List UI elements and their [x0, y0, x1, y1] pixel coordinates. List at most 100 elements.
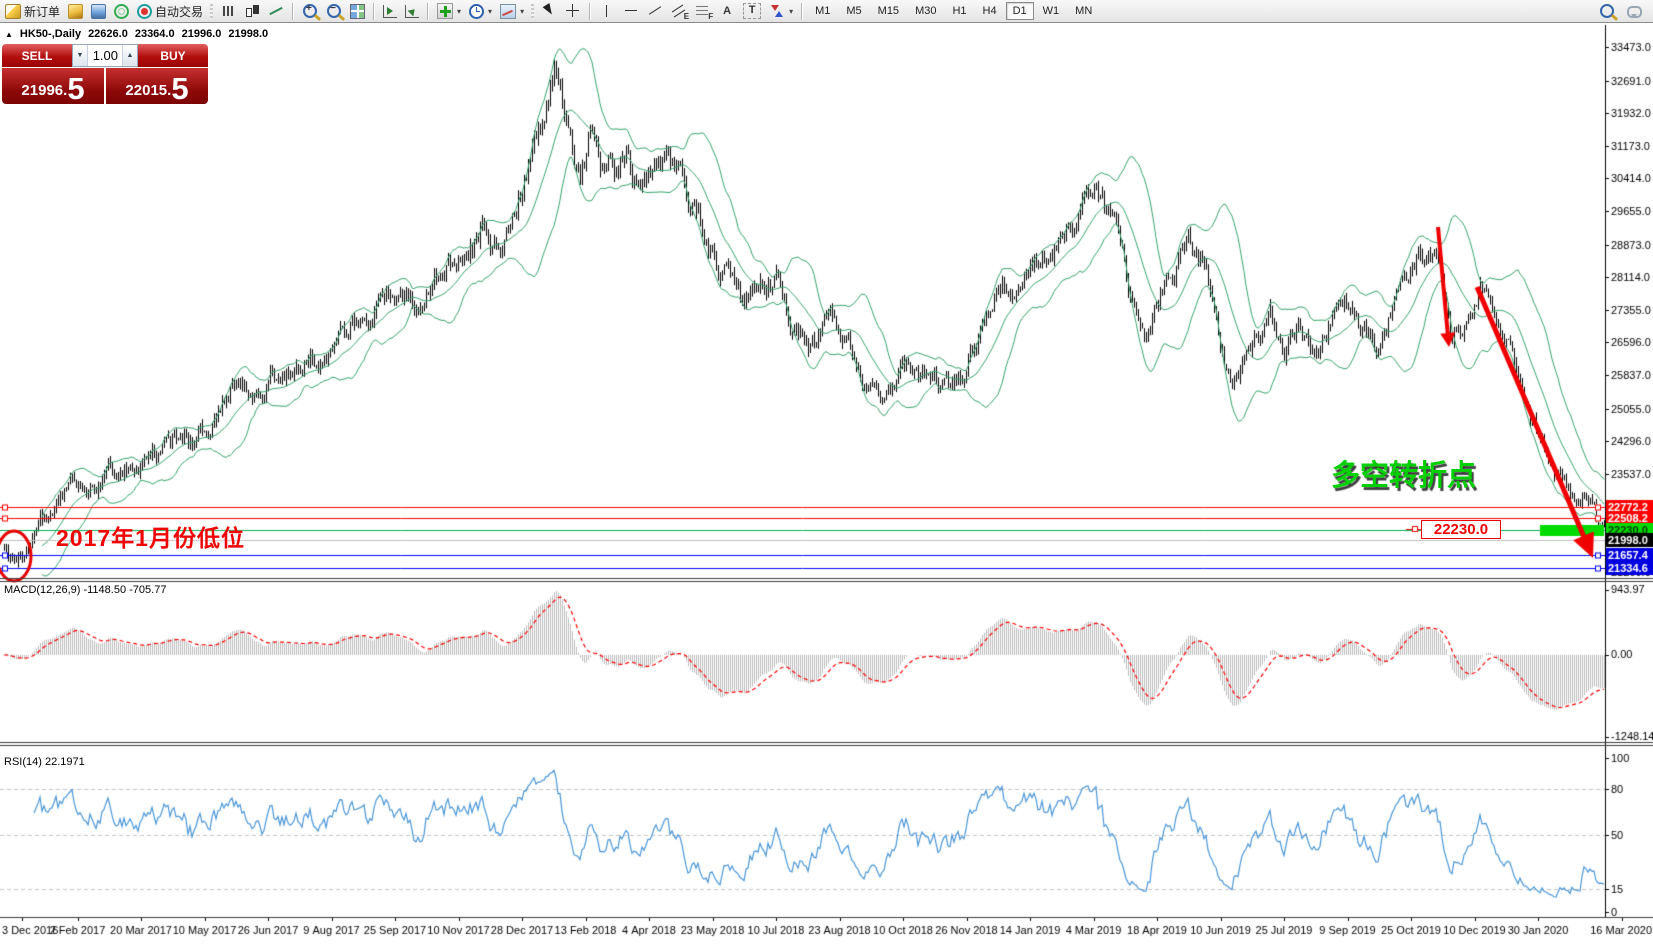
annotation-2017-low[interactable]: 2017年1月份低位 — [56, 519, 245, 553]
ohlc-low: 21996.0 — [182, 28, 222, 40]
new-order-label: 新订单 — [24, 3, 60, 20]
clock-icon — [469, 4, 484, 19]
text-button[interactable]: A — [716, 1, 738, 21]
equidistant-channel-icon: E — [671, 3, 687, 19]
timeframe-button-h4[interactable]: H4 — [976, 2, 1004, 20]
buy-price[interactable]: 22015.5 — [106, 68, 208, 104]
timeframe-button-d1[interactable]: D1 — [1006, 2, 1034, 20]
toolbar-grip — [210, 4, 213, 19]
toolbar-grip — [531, 4, 534, 19]
volume-stepper: ▼ 1.00 ▲ — [72, 44, 138, 67]
zoom-out-icon — [327, 4, 341, 18]
timeframe-button-m5[interactable]: M5 — [839, 2, 868, 20]
candlestick-chart-icon — [244, 3, 260, 19]
search-icon — [1600, 4, 1614, 18]
text-icon: A — [719, 5, 735, 17]
timeframe-button-m1[interactable]: M1 — [808, 2, 837, 20]
charts-icon — [68, 4, 83, 19]
chevron-down-icon: ▾ — [789, 7, 793, 16]
tile-windows-button[interactable] — [347, 1, 368, 21]
autotrading-label: 自动交易 — [155, 3, 203, 20]
zoom-in-button[interactable] — [299, 1, 321, 21]
charts-button[interactable] — [65, 1, 86, 21]
horizontal-line-button[interactable] — [620, 1, 642, 21]
symbol-period-label: HK50-,Daily — [20, 28, 81, 40]
search-button[interactable] — [1596, 1, 1618, 21]
line-chart-button[interactable] — [265, 1, 287, 21]
templates-button[interactable]: ▾ — [497, 1, 527, 21]
chat-button[interactable] — [1624, 1, 1645, 21]
timeframe-button-h1[interactable]: H1 — [945, 2, 973, 20]
timeframe-button-w1[interactable]: W1 — [1036, 2, 1067, 20]
ohlc-open: 22626.0 — [88, 28, 128, 40]
ohlc-high: 23364.0 — [135, 28, 175, 40]
toolbar-separator — [292, 3, 294, 20]
timeframe-button-mn[interactable]: MN — [1068, 2, 1099, 20]
chevron-down-icon: ▾ — [520, 7, 524, 16]
chart-shift-icon — [405, 5, 419, 18]
collapse-panel-icon[interactable]: ▲ — [5, 30, 13, 39]
trendline-icon — [647, 3, 663, 19]
sell-price-big: 5 — [67, 77, 84, 101]
arrows-button[interactable]: ▾ — [766, 1, 796, 21]
buy-price-big: 5 — [171, 77, 188, 101]
text-label-button[interactable]: T — [740, 1, 764, 21]
trendline-button[interactable] — [644, 1, 666, 21]
ohlc-close: 21998.0 — [228, 28, 268, 40]
vertical-line-button[interactable] — [596, 1, 618, 21]
volume-input[interactable]: 1.00 — [88, 45, 122, 66]
autotrading-icon — [137, 4, 152, 19]
new-order-button[interactable]: 新订单 — [2, 1, 63, 21]
tile-windows-icon — [350, 4, 365, 19]
sell-button[interactable]: SELL — [2, 44, 72, 67]
bar-chart-icon — [220, 3, 236, 19]
fibonacci-icon: F — [695, 3, 711, 19]
cursor-icon — [541, 3, 557, 19]
toolbar-separator — [589, 3, 591, 20]
cursor-button[interactable] — [538, 1, 560, 21]
market-watch-icon — [114, 4, 129, 19]
macd-label: MACD(12,26,9) -1148.50 -705.77 — [4, 584, 166, 596]
crosshair-icon — [565, 3, 581, 19]
chevron-down-icon: ▾ — [488, 7, 492, 16]
annotation-turning-point[interactable]: 多空转折点 — [1331, 452, 1476, 494]
chat-icon — [1627, 6, 1642, 18]
arrows-icon — [769, 3, 785, 19]
toolbar: 新订单 自动交易 ▾ ▾ ▾ E F A T ▾ M1 — [0, 0, 1653, 23]
toolbar-separator — [801, 3, 803, 20]
chevron-down-icon: ▾ — [457, 7, 461, 16]
vertical-line-icon — [599, 3, 615, 19]
bar-chart-button[interactable] — [217, 1, 239, 21]
add-indicator-button[interactable]: ▾ — [434, 1, 464, 21]
volume-increase-button[interactable]: ▲ — [122, 45, 137, 66]
timeframe-button-m15[interactable]: M15 — [871, 2, 906, 20]
line-chart-icon — [268, 3, 284, 19]
one-click-trade-panel: SELL ▼ 1.00 ▲ BUY 21996.5 22015.5 — [2, 44, 208, 104]
crosshair-button[interactable] — [562, 1, 584, 21]
auto-scroll-icon — [383, 5, 397, 18]
market-watch-button[interactable] — [111, 1, 132, 21]
fibonacci-button[interactable]: F — [692, 1, 714, 21]
chart-area: ▲ HK50-,Daily 22626.0 23364.0 21996.0 21… — [0, 23, 1653, 944]
sell-price[interactable]: 21996.5 — [2, 68, 104, 104]
annotation-price-box[interactable]: 22230.0 — [1421, 520, 1501, 539]
rsi-label: RSI(14) 22.1971 — [4, 756, 85, 768]
zoom-out-button[interactable] — [323, 1, 345, 21]
profiles-button[interactable] — [88, 1, 109, 21]
new-order-icon — [5, 4, 21, 19]
volume-decrease-button[interactable]: ▼ — [73, 45, 88, 66]
autotrading-button[interactable]: 自动交易 — [134, 1, 206, 21]
periods-button[interactable]: ▾ — [466, 1, 495, 21]
toolbar-separator — [373, 3, 375, 20]
chart-shift-button[interactable] — [402, 1, 422, 21]
zoom-in-icon — [303, 4, 317, 18]
auto-scroll-button[interactable] — [380, 1, 400, 21]
timeframe-button-m30[interactable]: M30 — [908, 2, 943, 20]
buy-button[interactable]: BUY — [138, 44, 208, 67]
toolbar-separator — [427, 3, 429, 20]
sell-price-main: 21996 — [21, 83, 63, 101]
equidistant-channel-button[interactable]: E — [668, 1, 690, 21]
add-indicator-icon — [437, 3, 453, 19]
candlestick-chart-button[interactable] — [241, 1, 263, 21]
profiles-icon — [91, 4, 106, 19]
